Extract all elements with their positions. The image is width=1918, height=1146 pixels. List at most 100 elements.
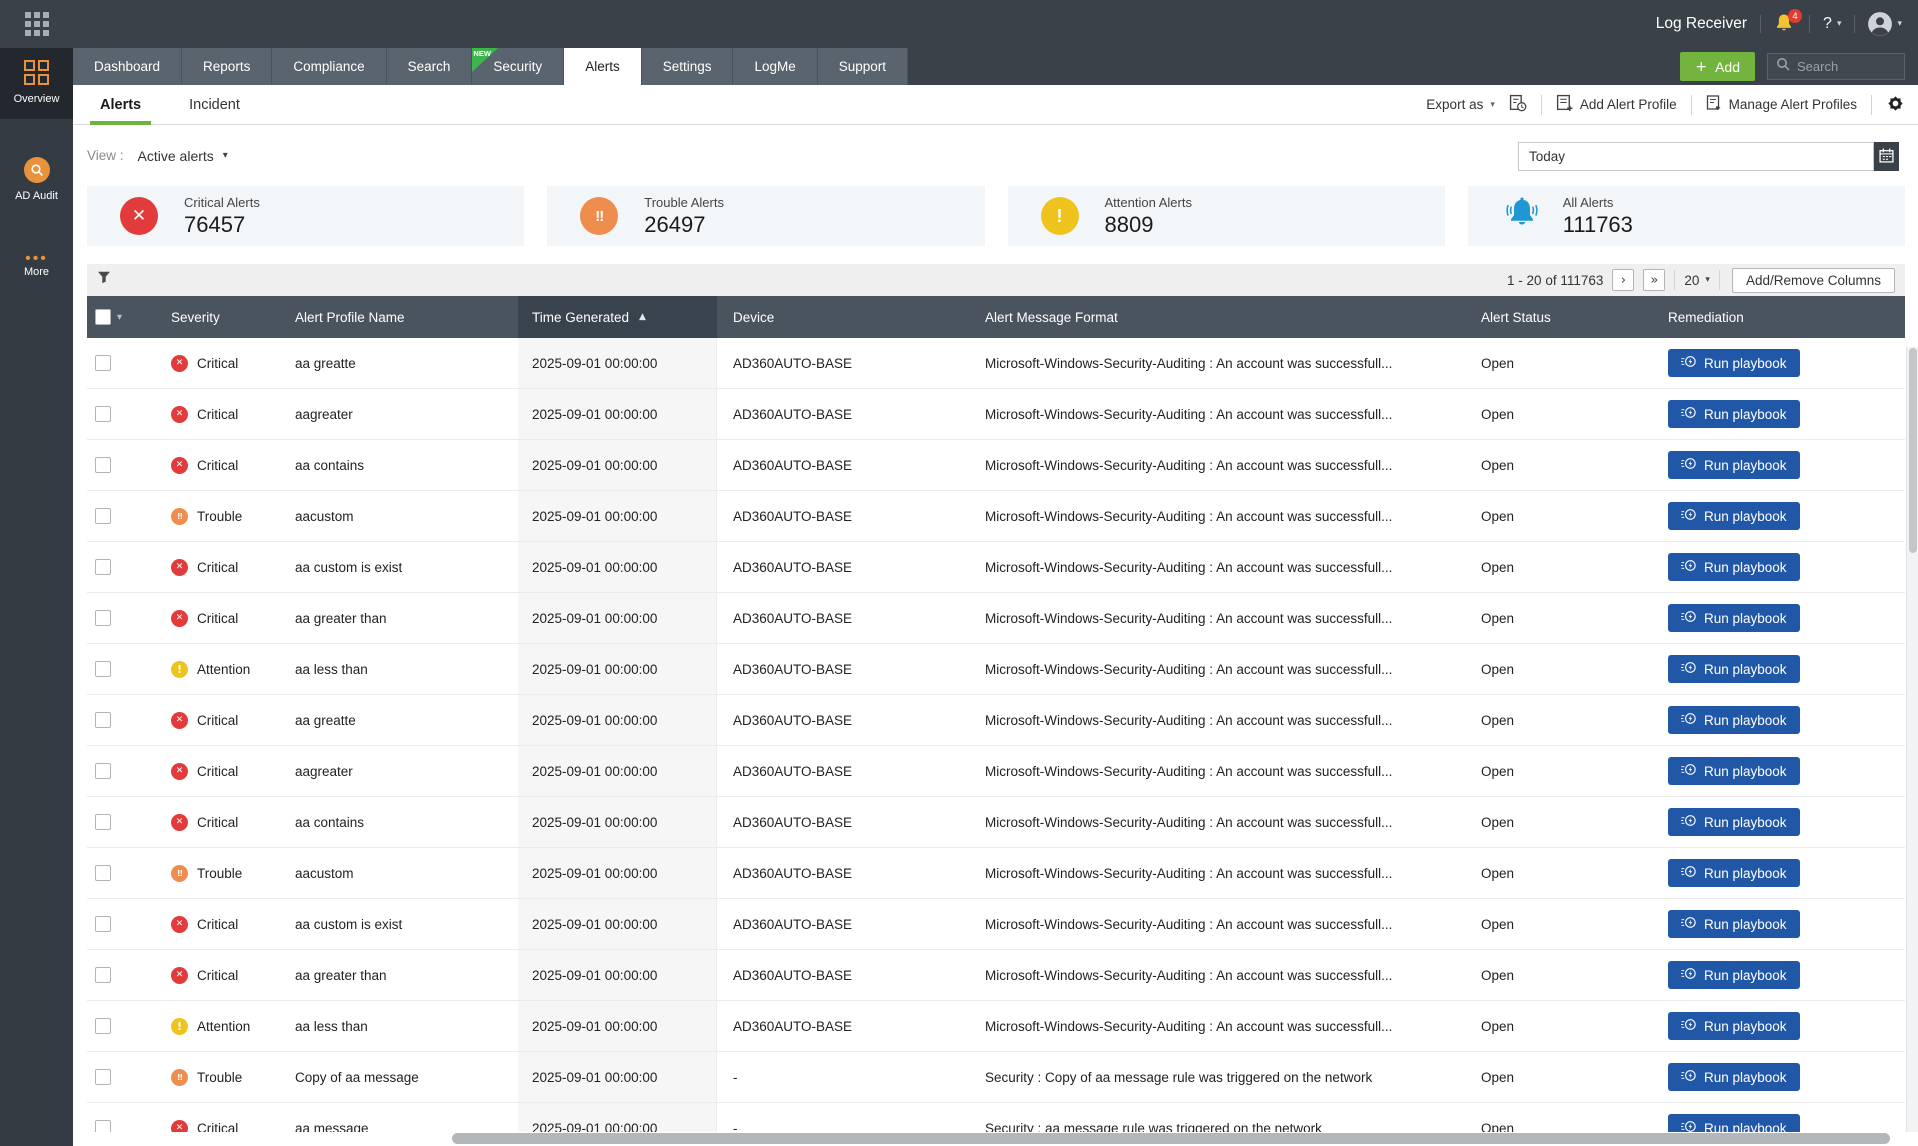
row-checkbox[interactable]	[95, 610, 111, 626]
alert-status-cell[interactable]: Open	[1465, 389, 1640, 439]
select-all-checkbox[interactable]	[95, 309, 111, 325]
alert-profile-name-cell[interactable]: aacustom	[279, 491, 518, 541]
row-checkbox[interactable]	[95, 712, 111, 728]
view-dropdown[interactable]: Active alerts ▾	[138, 148, 228, 164]
run-playbook-button[interactable]: Run playbook	[1668, 451, 1800, 479]
alert-profile-name-cell[interactable]: aa less than	[279, 1001, 518, 1051]
alert-profile-name-cell[interactable]: aa less than	[279, 644, 518, 694]
sidebar-item-ad-audit[interactable]: AD Audit	[0, 145, 73, 216]
app-launcher-button[interactable]	[0, 12, 73, 36]
alert-status-cell[interactable]: Open	[1465, 440, 1640, 490]
trouble-alerts-card[interactable]: !! Trouble Alerts 26497	[547, 186, 984, 246]
attention-alerts-card[interactable]: ! Attention Alerts 8809	[1008, 186, 1445, 246]
alert-status-cell[interactable]: Open	[1465, 491, 1640, 541]
alert-status-cell[interactable]: Open	[1465, 542, 1640, 592]
alert-profile-name-cell[interactable]: aa custom is exist	[279, 542, 518, 592]
tab-logme[interactable]: LogMe	[733, 48, 817, 85]
run-playbook-button[interactable]: Run playbook	[1668, 553, 1800, 581]
row-checkbox[interactable]	[95, 1120, 111, 1132]
column-header-alert-status[interactable]: Alert Status	[1465, 296, 1640, 338]
column-header-alert-profile-name[interactable]: Alert Profile Name	[279, 296, 518, 338]
alert-status-cell[interactable]: Open	[1465, 695, 1640, 745]
sidebar-item-more[interactable]: ••• More	[0, 242, 73, 292]
alert-profile-name-cell[interactable]: aa message	[279, 1103, 518, 1132]
user-menu-button[interactable]: ▾	[1868, 12, 1902, 36]
horizontal-scrollbar[interactable]	[87, 1133, 1905, 1144]
add-button[interactable]: + Add	[1680, 52, 1755, 81]
row-checkbox[interactable]	[95, 406, 111, 422]
select-menu-caret-icon[interactable]: ▾	[117, 312, 122, 323]
run-playbook-button[interactable]: Run playbook	[1668, 400, 1800, 428]
filter-funnel-icon[interactable]	[97, 271, 111, 289]
all-alerts-card[interactable]: All Alerts 111763	[1468, 186, 1905, 246]
alert-profile-name-cell[interactable]: aa greater than	[279, 950, 518, 1000]
run-playbook-button[interactable]: Run playbook	[1668, 604, 1800, 632]
run-playbook-button[interactable]: Run playbook	[1668, 655, 1800, 683]
alert-status-cell[interactable]: Open	[1465, 950, 1640, 1000]
row-checkbox[interactable]	[95, 916, 111, 932]
tab-compliance[interactable]: Compliance	[272, 48, 386, 85]
row-checkbox[interactable]	[95, 763, 111, 779]
run-playbook-button[interactable]: Run playbook	[1668, 1012, 1800, 1040]
row-checkbox[interactable]	[95, 559, 111, 575]
calendar-button[interactable]	[1874, 142, 1899, 171]
run-playbook-button[interactable]: Run playbook	[1668, 502, 1800, 530]
alert-profile-name-cell[interactable]: Copy of aa message	[279, 1052, 518, 1102]
run-playbook-button[interactable]: Run playbook	[1668, 1114, 1800, 1132]
tab-reports[interactable]: Reports	[182, 48, 272, 85]
alert-profile-name-cell[interactable]: aa greater than	[279, 593, 518, 643]
run-playbook-button[interactable]: Run playbook	[1668, 808, 1800, 836]
column-header-device[interactable]: Device	[717, 296, 969, 338]
alert-status-cell[interactable]: Open	[1465, 848, 1640, 898]
row-checkbox[interactable]	[95, 967, 111, 983]
row-checkbox[interactable]	[95, 814, 111, 830]
tab-alerts[interactable]: Alerts	[100, 85, 141, 124]
tab-settings[interactable]: Settings	[642, 48, 734, 85]
tab-dashboard[interactable]: Dashboard	[73, 48, 182, 85]
alert-profile-name-cell[interactable]: aa contains	[279, 797, 518, 847]
row-checkbox[interactable]	[95, 508, 111, 524]
alert-status-cell[interactable]: Open	[1465, 1001, 1640, 1051]
alert-status-cell[interactable]: Open	[1465, 797, 1640, 847]
row-checkbox[interactable]	[95, 1069, 111, 1085]
alert-status-cell[interactable]: Open	[1465, 899, 1640, 949]
alert-status-cell[interactable]: Open	[1465, 1103, 1640, 1132]
vertical-scrollbar[interactable]	[1906, 347, 1918, 1132]
column-header-severity[interactable]: Severity	[169, 296, 279, 338]
run-playbook-button[interactable]: Run playbook	[1668, 706, 1800, 734]
next-page-button[interactable]: ›	[1612, 269, 1634, 291]
alert-profile-name-cell[interactable]: aagreater	[279, 389, 518, 439]
sidebar-item-overview[interactable]: Overview	[0, 48, 73, 119]
settings-gear-button[interactable]	[1886, 94, 1905, 116]
help-menu-button[interactable]: ? ▾	[1823, 15, 1841, 33]
row-checkbox[interactable]	[95, 1018, 111, 1034]
alert-profile-name-cell[interactable]: aagreater	[279, 746, 518, 796]
alert-status-cell[interactable]: Open	[1465, 644, 1640, 694]
run-playbook-button[interactable]: Run playbook	[1668, 961, 1800, 989]
critical-alerts-card[interactable]: ✕ Critical Alerts 76457	[87, 186, 524, 246]
tab-search[interactable]: Search	[387, 48, 473, 85]
column-header-time-generated[interactable]: Time Generated ▲	[518, 296, 717, 338]
manage-alert-profiles-button[interactable]: Manage Alert Profiles	[1706, 94, 1857, 115]
alert-profile-name-cell[interactable]: aacustom	[279, 848, 518, 898]
row-checkbox[interactable]	[95, 865, 111, 881]
row-checkbox[interactable]	[95, 661, 111, 677]
run-playbook-button[interactable]: Run playbook	[1668, 910, 1800, 938]
run-playbook-button[interactable]: Run playbook	[1668, 349, 1800, 377]
horizontal-scrollbar-thumb[interactable]	[452, 1133, 1890, 1144]
alert-status-cell[interactable]: Open	[1465, 593, 1640, 643]
alert-status-cell[interactable]: Open	[1465, 338, 1640, 388]
last-page-button[interactable]: »	[1643, 269, 1665, 291]
run-playbook-button[interactable]: Run playbook	[1668, 757, 1800, 785]
run-playbook-button[interactable]: Run playbook	[1668, 859, 1800, 887]
tab-incident[interactable]: Incident	[189, 85, 240, 124]
export-as-dropdown[interactable]: Export as ▾	[1426, 97, 1495, 112]
add-remove-columns-button[interactable]: Add/Remove Columns	[1732, 268, 1895, 293]
alert-profile-name-cell[interactable]: aa custom is exist	[279, 899, 518, 949]
column-header-alert-message-format[interactable]: Alert Message Format	[969, 296, 1465, 338]
notifications-button[interactable]: 4	[1774, 13, 1796, 35]
date-range-field[interactable]: Today	[1518, 142, 1874, 171]
row-checkbox[interactable]	[95, 355, 111, 371]
run-playbook-button[interactable]: Run playbook	[1668, 1063, 1800, 1091]
alert-status-cell[interactable]: Open	[1465, 1052, 1640, 1102]
